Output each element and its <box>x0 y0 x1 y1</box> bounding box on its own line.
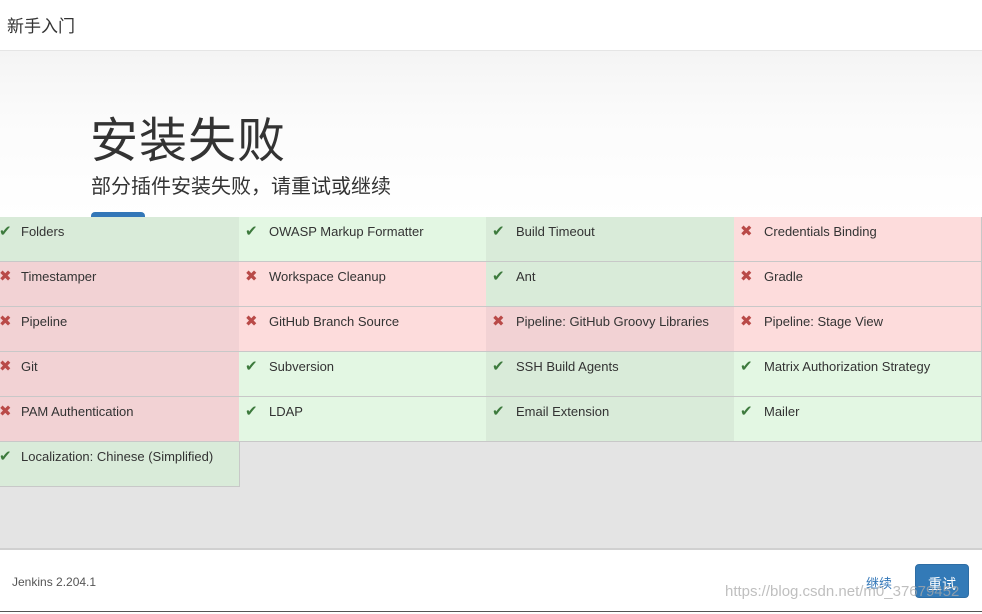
cross-icon: ✖ <box>740 223 753 240</box>
plugin-name: Build Timeout <box>516 224 595 239</box>
cross-icon: ✖ <box>0 313 12 330</box>
plugin-item: ✖ Pipeline <box>0 307 240 352</box>
check-icon: ✔ <box>0 448 12 465</box>
plugin-item: ✔ Email Extension <box>486 397 735 442</box>
plugin-name: Git <box>21 359 38 374</box>
cross-icon: ✖ <box>0 403 12 420</box>
page-title: 安装失败 <box>90 115 287 168</box>
check-icon: ✔ <box>0 223 12 240</box>
check-icon: ✔ <box>492 268 505 285</box>
cross-icon: ✖ <box>0 268 12 285</box>
plugin-name: OWASP Markup Formatter <box>269 224 424 239</box>
plugin-item: ✔ Folders <box>0 217 240 262</box>
plugin-item: ✔ Mailer <box>734 397 982 442</box>
plugin-name: Gradle <box>764 269 804 284</box>
plugin-list-area: ✔ Folders ✔ OWASP Markup Formatter ✔ Build Ti… <box>0 217 982 548</box>
plugin-item: ✔ Matrix Authorization Strategy <box>734 352 982 397</box>
hero: 安装失败 部分插件安装失败，请重试或继续 <box>0 51 982 220</box>
plugin-item: ✔ Ant <box>486 262 735 307</box>
plugin-name: Matrix Authorization Strategy <box>764 359 931 374</box>
check-icon: ✔ <box>492 403 505 420</box>
plugin-name: GitHub Branch Source <box>269 314 400 329</box>
check-icon: ✔ <box>740 358 753 375</box>
plugin-item: ✔ Localization: Chinese (Simplified) <box>0 442 240 487</box>
plugin-name: PAM Authentication <box>21 404 134 419</box>
check-icon: ✔ <box>492 358 505 375</box>
check-icon: ✔ <box>245 358 258 375</box>
cross-icon: ✖ <box>245 313 258 330</box>
cross-icon: ✖ <box>0 358 12 375</box>
plugin-item: ✖ Credentials Binding <box>734 217 982 262</box>
plugin-name: SSH Build Agents <box>516 359 619 374</box>
plugin-item: ✔ SSH Build Agents <box>486 352 735 397</box>
watermark: https://blog.csdn.net/m0_37679452 <box>725 583 960 600</box>
plugin-name: Localization: Chinese (Simplified) <box>21 449 214 464</box>
plugin-item: ✖ Workspace Cleanup <box>239 262 487 307</box>
plugin-name: Folders <box>21 224 65 239</box>
plugin-item: ✔ Build Timeout <box>486 217 735 262</box>
page-subtitle: 部分插件安装失败，请重试或继续 <box>91 176 391 198</box>
plugin-item: ✖ Pipeline: GitHub Groovy Libraries <box>486 307 735 352</box>
plugin-item: ✔ Subversion <box>239 352 487 397</box>
plugin-name: LDAP <box>269 404 303 419</box>
footer: Jenkins 2.204.1 继续 重试 <box>0 548 982 612</box>
header: 新手入门 <box>0 0 982 51</box>
version-label: Jenkins 2.204.1 <box>12 575 97 589</box>
cross-icon: ✖ <box>740 313 753 330</box>
plugin-name: Email Extension <box>516 404 610 419</box>
plugin-item: ✖ PAM Authentication <box>0 397 240 442</box>
plugin-name: Pipeline <box>21 314 68 329</box>
cross-icon: ✖ <box>492 313 505 330</box>
plugin-name: Subversion <box>269 359 335 374</box>
cross-icon: ✖ <box>740 268 753 285</box>
cross-icon: ✖ <box>245 268 258 285</box>
check-icon: ✔ <box>492 223 505 240</box>
plugin-name: Credentials Binding <box>764 224 877 239</box>
plugin-name: Timestamper <box>21 269 97 284</box>
plugin-item: ✖ Pipeline: Stage View <box>734 307 982 352</box>
plugin-name: Pipeline: GitHub Groovy Libraries <box>516 314 709 329</box>
plugin-item: ✖ GitHub Branch Source <box>239 307 487 352</box>
plugin-name: Ant <box>516 269 536 284</box>
check-icon: ✔ <box>740 403 753 420</box>
plugin-item: ✖ Gradle <box>734 262 982 307</box>
plugin-item: ✔ OWASP Markup Formatter <box>239 217 487 262</box>
plugin-item: ✖ Git <box>0 352 240 397</box>
check-icon: ✔ <box>245 223 258 240</box>
plugin-name: Pipeline: Stage View <box>764 314 884 329</box>
plugin-item: ✖ Timestamper <box>0 262 240 307</box>
check-icon: ✔ <box>245 403 258 420</box>
page-header-title: 新手入门 <box>7 17 75 36</box>
plugin-name: Workspace Cleanup <box>269 269 386 284</box>
plugin-item: ✔ LDAP <box>239 397 487 442</box>
plugin-name: Mailer <box>764 404 800 419</box>
